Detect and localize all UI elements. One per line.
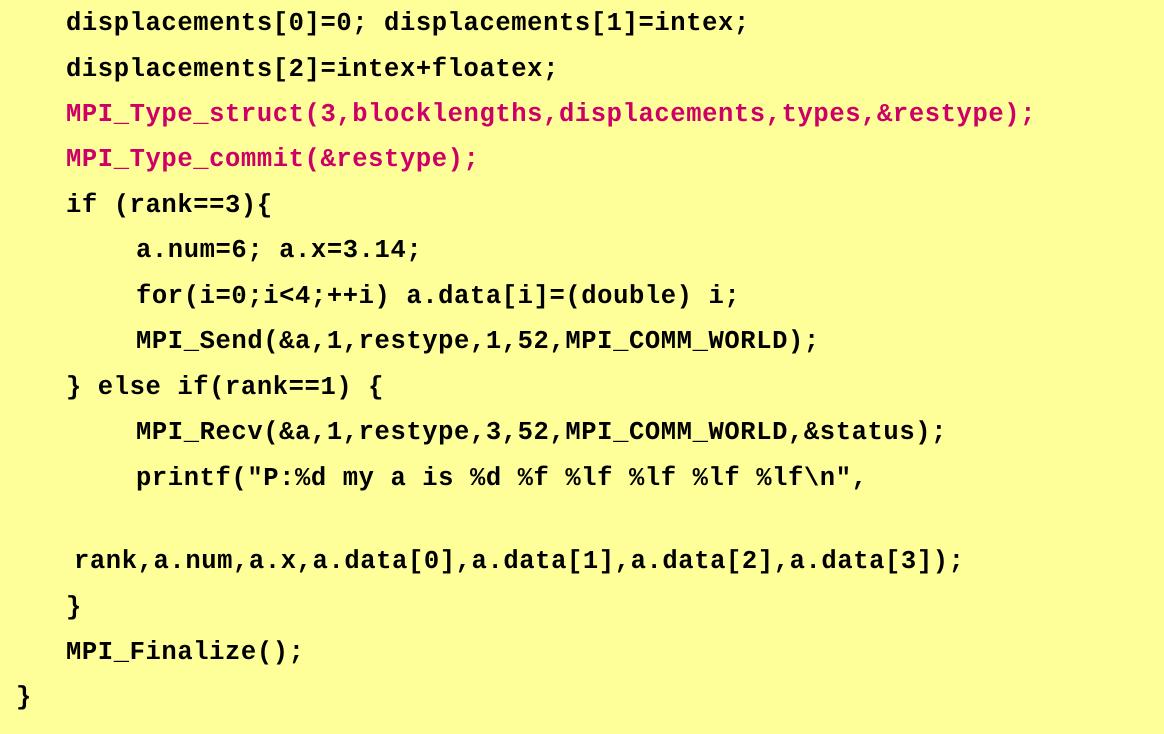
code-line-11: printf("P:%d my a is %d %f %lf %lf %lf %… <box>136 464 868 493</box>
code-line-14: MPI_Finalize(); <box>66 638 305 667</box>
code-listing: displacements[0]=0; displacements[1]=int… <box>0 0 1164 734</box>
code-line-15: } <box>16 683 32 712</box>
code-line-1: displacements[0]=0; displacements[1]=int… <box>66 9 750 38</box>
code-line-9: } else if(rank==1) { <box>66 373 385 402</box>
code-line-2: displacements[2]=intex+floatex; <box>66 55 559 84</box>
code-line-10: MPI_Recv(&a,1,restype,3,52,MPI_COMM_WORL… <box>136 418 948 447</box>
code-line-6: a.num=6; a.x=3.14; <box>136 236 423 265</box>
code-line-3: MPI_Type_struct(3,blocklengths,displacem… <box>66 100 1037 129</box>
code-line-12: rank,a.num,a.x,a.data[0],a.data[1],a.dat… <box>74 547 965 576</box>
code-line-13: } <box>66 593 82 622</box>
code-line-8: MPI_Send(&a,1,restype,1,52,MPI_COMM_WORL… <box>136 327 820 356</box>
code-line-7: for(i=0;i<4;++i) a.data[i]=(double) i; <box>136 282 741 311</box>
code-line-5: if (rank==3){ <box>66 191 273 220</box>
code-line-4: MPI_Type_commit(&restype); <box>66 145 480 174</box>
